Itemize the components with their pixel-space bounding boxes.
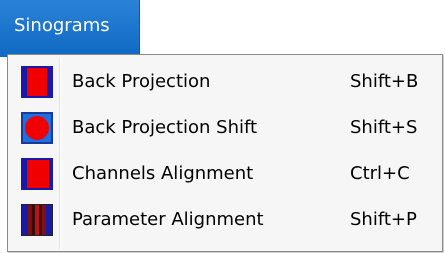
back-projection-shift-icon [21,112,53,144]
menu-item-channels-alignment[interactable]: Channels Alignment Ctrl+C [10,151,440,197]
menu-sinograms[interactable]: Sinograms [0,0,140,57]
menu-item-label: Back Projection [72,71,211,92]
menu-item-label: Back Projection Shift [72,117,258,138]
menu-item-back-projection[interactable]: Back Projection Shift+B [10,59,440,105]
back-projection-icon [21,66,53,98]
parameter-alignment-icon [21,204,53,236]
menu-item-back-projection-shift[interactable]: Back Projection Shift Shift+S [10,105,440,151]
red-circle-icon [25,116,49,140]
menu-item-shortcut: Shift+P [350,209,417,230]
app-window: Sinograms Back Projection Shift+B Back P… [0,0,445,253]
menu-item-shortcut: Shift+S [350,117,418,138]
sinograms-dropdown-menu: Back Projection Shift+B Back Projection … [7,54,443,252]
menu-item-parameter-alignment[interactable]: Parameter Alignment Shift+P [10,197,440,243]
menu-item-shortcut: Shift+B [350,71,419,92]
menu-item-shortcut: Ctrl+C [350,163,410,184]
menu-item-label: Parameter Alignment [72,209,264,230]
menu-sinograms-label: Sinograms [14,15,110,36]
menu-item-label: Channels Alignment [72,163,254,184]
channels-alignment-icon [21,158,53,190]
